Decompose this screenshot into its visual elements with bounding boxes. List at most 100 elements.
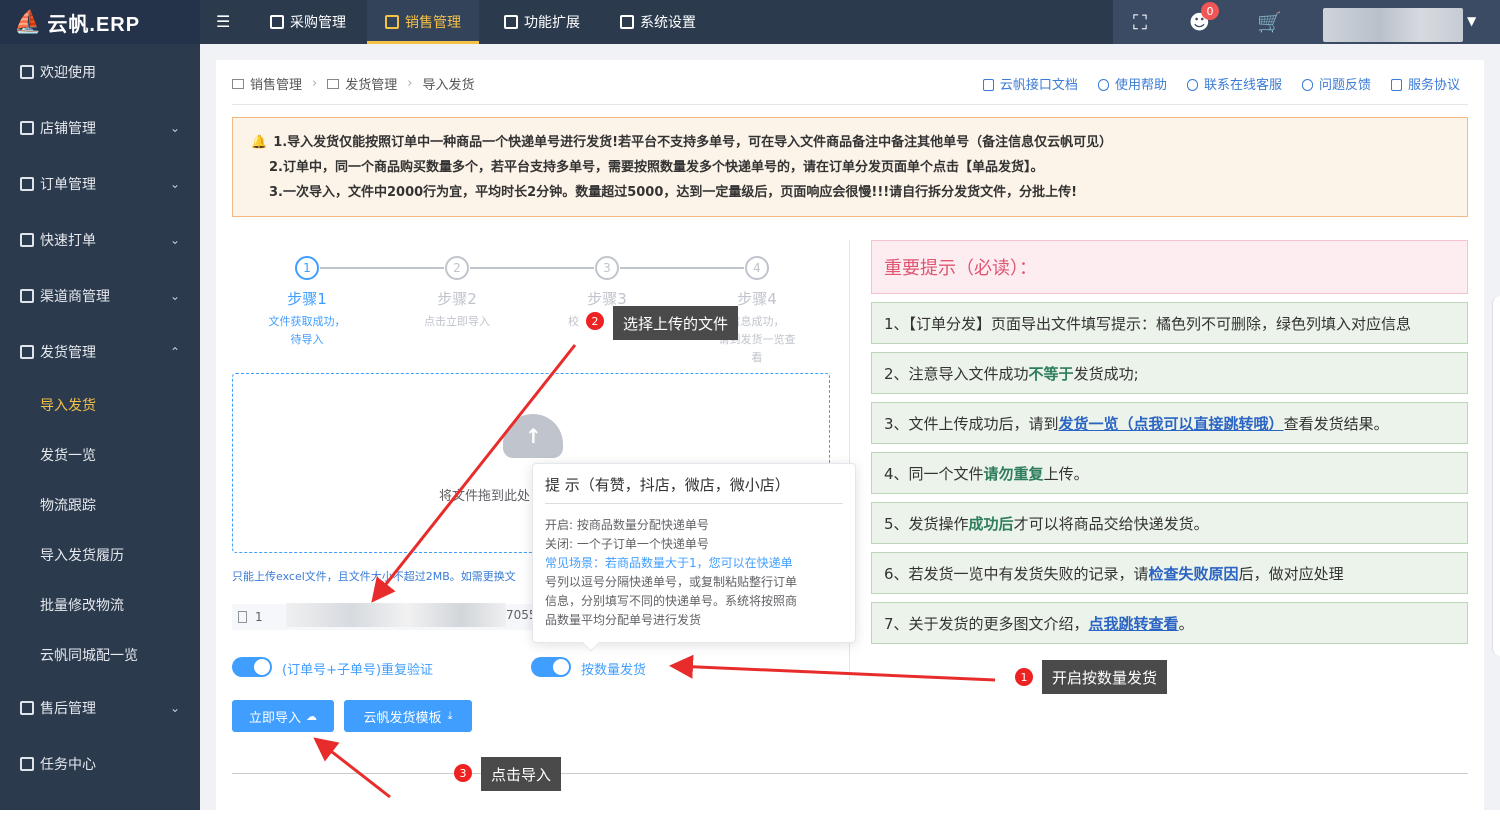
- link-support[interactable]: 联系在线客服: [1186, 74, 1282, 93]
- dup-check-label: (订单号+子单号)重复验证: [282, 663, 434, 678]
- task-icon: [20, 757, 34, 771]
- sidebar-subitem-import-shipping[interactable]: 导入发货: [0, 387, 200, 423]
- link-agreement[interactable]: 服务协议: [1390, 74, 1460, 93]
- sidebar-subitem-logistics-tracking[interactable]: 物流跟踪: [0, 487, 200, 523]
- agreement-icon: [1390, 79, 1402, 91]
- breadcrumb-current: 导入发货: [422, 78, 475, 93]
- import-now-button[interactable]: 立即导入 ☁: [232, 700, 334, 732]
- chevron-down-icon: ⌄: [169, 701, 180, 715]
- sidebar-item-shipping[interactable]: 发货管理 ⌃: [0, 332, 200, 372]
- sidebar-item-shops[interactable]: 店铺管理 ⌄: [0, 108, 200, 148]
- warning-line: 2.订单中，同一个商品购买数量多个，若平台支持多单号，需要按照数量发多个快递单号…: [269, 160, 1044, 175]
- settings-icon: [620, 15, 634, 29]
- quantity-ship-switch[interactable]: [531, 657, 571, 677]
- tooltip-line: 信息，分别填写不同的快递单号。系统将按照商: [545, 594, 798, 608]
- sidebar-item-tasks[interactable]: 任务中心: [0, 744, 200, 784]
- chevron-up-icon: ⌃: [169, 345, 180, 359]
- top-right-tools: ⛶ ☻ 0 🛒 ▼: [1113, 0, 1500, 44]
- tooltip-line: 关闭: 一个子订单一个快递单号: [545, 537, 709, 551]
- tab-sales[interactable]: 销售管理: [367, 0, 479, 44]
- truck-icon: [327, 78, 340, 89]
- shop-icon: [20, 121, 34, 135]
- sidebar-subitem-city-delivery[interactable]: 云帆同城配一览: [0, 637, 200, 673]
- callout-number: 1: [1015, 668, 1033, 686]
- sidebar-item-quick-print[interactable]: 快速打单 ⌄: [0, 220, 200, 260]
- chevron-down-icon: ⌄: [169, 289, 180, 303]
- tooltip-line: 开启: 按商品数量分配快递单号: [545, 518, 709, 532]
- sidebar-item-orders[interactable]: 订单管理 ⌄: [0, 164, 200, 204]
- fullscreen-icon[interactable]: ⛶: [1133, 10, 1147, 34]
- avatar[interactable]: [1323, 8, 1463, 42]
- header-links: 云帆接口文档 使用帮助 联系在线客服 问题反馈 服务协议: [982, 74, 1460, 93]
- upload-tip: 只能上传excel文件，且文件大小不超过2MB。如需更换文: [232, 570, 516, 583]
- note-item: 7、关于发货的更多图文介绍， 点我跳转查看。: [871, 602, 1468, 644]
- callout-number: 2: [586, 312, 604, 330]
- sidebar-subitem-shipping-list[interactable]: 发货一览: [0, 437, 200, 473]
- file-icon: [238, 611, 247, 623]
- document-icon: [982, 79, 994, 91]
- brand-logo[interactable]: ⛵ 云帆.ERP: [0, 0, 200, 44]
- dup-check-switch[interactable]: [232, 657, 272, 677]
- sidebar-item-channels[interactable]: 渠道商管理 ⌄: [0, 276, 200, 316]
- important-notes: 重要提示（必读）： 1、【订单分发】页面导出文件填写提示：橘色列不可删除，绿色列…: [871, 240, 1468, 644]
- breadcrumb-item[interactable]: 销售管理: [250, 74, 302, 93]
- chart-icon: [385, 15, 399, 29]
- notes-title: 重要提示（必读）：: [871, 240, 1468, 294]
- step-2: 2 步骤2 点击立即导入: [382, 256, 532, 331]
- callout-number: 3: [454, 764, 472, 782]
- sidebar: ⛵ 云帆.ERP 欢迎使用 店铺管理 ⌄ 订单管理 ⌄ 快速打单 ⌄ 渠道商管理 ⌄ 发…: [0, 0, 200, 810]
- sidebar-subitem-batch-logistics[interactable]: 批量修改物流: [0, 587, 200, 623]
- chevron-down-icon: ⌄: [169, 177, 180, 191]
- check-failure-link[interactable]: 检查失败原因: [1149, 563, 1239, 584]
- filename-redacted: [286, 603, 506, 627]
- breadcrumb-item[interactable]: 发货管理: [345, 74, 397, 93]
- upload-drop-text: 将文件拖到此处: [439, 489, 531, 504]
- flag-icon: [270, 15, 284, 29]
- cart-icon[interactable]: 🛒: [1257, 10, 1282, 34]
- note-item: 1、【订单分发】页面导出文件填写提示：橘色列不可删除，绿色列填入对应信息: [871, 302, 1468, 344]
- tab-extensions[interactable]: 功能扩展: [504, 0, 580, 44]
- link-help[interactable]: 使用帮助: [1097, 74, 1167, 93]
- note-item: 5、发货操作 成功后 才可以将商品交给快递发货。: [871, 502, 1468, 544]
- breadcrumb: 销售管理 › 发货管理 › 导入发货: [232, 74, 474, 93]
- scroll-edge[interactable]: [1492, 296, 1500, 656]
- dashboard-icon: [20, 65, 34, 79]
- more-info-link[interactable]: 点我跳转查看: [1089, 613, 1179, 634]
- note-item: 2、注意导入文件成功 不等于 发货成功;: [871, 352, 1468, 394]
- download-icon: ⤓: [447, 709, 453, 722]
- sidebar-item-after-sales[interactable]: 售后管理 ⌄: [0, 688, 200, 728]
- lightbulb-icon: [1301, 79, 1313, 91]
- quantity-ship-label: 按数量发货: [581, 663, 647, 678]
- channel-icon: [20, 289, 34, 303]
- cloud-upload-icon: [503, 414, 563, 458]
- divider: [232, 773, 1468, 774]
- tab-settings[interactable]: 系统设置: [620, 0, 696, 44]
- callout-click-import: 点击导入: [481, 757, 562, 791]
- callout-enable-quantity: 开启按数量发货: [1042, 660, 1168, 694]
- warning-line: 1.导入发货仅能按照订单中一种商品一个快递单号进行发货!若平台不支持多单号，可在…: [273, 135, 1113, 150]
- download-template-button[interactable]: 云帆发货模板 ⤓: [344, 700, 472, 732]
- printer-icon: [20, 233, 34, 247]
- link-api-docs[interactable]: 云帆接口文档: [982, 74, 1078, 93]
- order-icon: [20, 177, 34, 191]
- question-icon: [1097, 79, 1109, 91]
- caret-down-icon[interactable]: ▼: [1467, 14, 1476, 28]
- warning-box: 🔔 1.导入发货仅能按照订单中一种商品一个快递单号进行发货!若平台不支持多单号，可…: [232, 117, 1468, 217]
- link-feedback[interactable]: 问题反馈: [1301, 74, 1371, 93]
- chevron-down-icon: ⌄: [169, 233, 180, 247]
- notification-badge: 0: [1201, 2, 1219, 20]
- support-icon: [20, 701, 34, 715]
- chevron-right-icon: ›: [312, 76, 318, 91]
- extension-icon: [504, 15, 518, 29]
- sidebar-item-welcome[interactable]: 欢迎使用: [0, 52, 200, 92]
- tooltip-line: 常见场景：若商品数量大于1，您可以在快递单: [545, 556, 793, 570]
- collapse-menu-icon[interactable]: ☰: [216, 12, 234, 31]
- tab-purchasing[interactable]: 采购管理: [270, 0, 346, 44]
- note-item: 3、文件上传成功后，请到 发货一览（点我可以直接跳转哦） 查看发货结果。: [871, 402, 1468, 444]
- cloud-upload-icon: ☁: [306, 709, 317, 723]
- callout-select-file: 选择上传的文件: [613, 306, 739, 340]
- shipping-list-link[interactable]: 发货一览（点我可以直接跳转哦）: [1059, 413, 1284, 434]
- content-card: 销售管理 › 发货管理 › 导入发货 云帆接口文档 使用帮助 联系在线客服 问题…: [216, 60, 1484, 820]
- chevron-right-icon: ›: [407, 76, 413, 91]
- sidebar-subitem-import-history[interactable]: 导入发货履历: [0, 537, 200, 573]
